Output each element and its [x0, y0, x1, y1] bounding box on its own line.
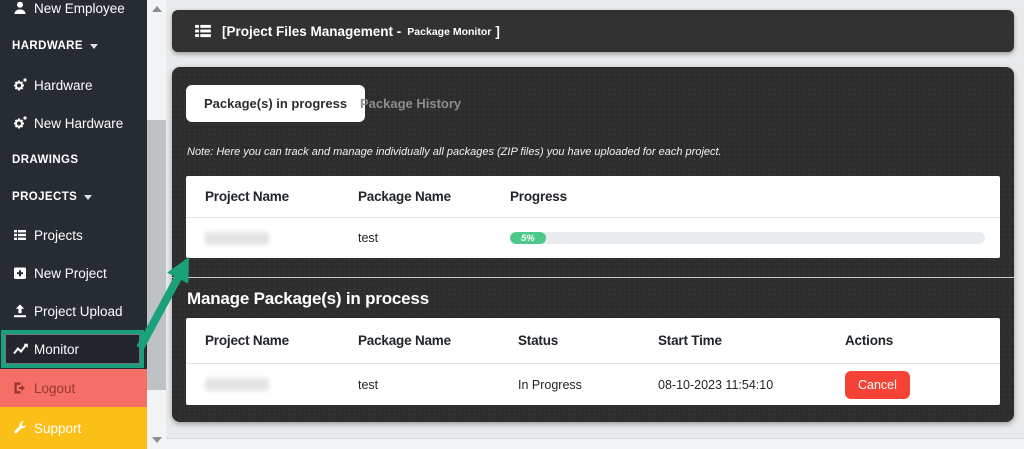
sidebar-item-label: New Employee: [34, 0, 125, 16]
plus-square-icon: [12, 265, 28, 281]
start-time-cell: 08-10-2023 11:54:10: [658, 377, 774, 392]
cancel-button[interactable]: Cancel: [845, 370, 910, 399]
progress-table-header: Project Name Package Name Progress: [186, 176, 1000, 218]
gear-icon: [12, 115, 28, 131]
upload-icon: [12, 303, 28, 319]
sidebar-item-label: New Hardware: [34, 115, 124, 131]
sidebar-item-hardware[interactable]: Hardware: [0, 74, 147, 96]
sidebar-item-label: Support: [34, 420, 82, 436]
package-name-cell: test: [358, 377, 379, 392]
column-header: Progress: [510, 189, 567, 204]
main-content: [Project Files Management - Package Moni…: [166, 0, 1024, 449]
sidebar-item-label: Monitor: [34, 341, 80, 357]
sidebar-section-label: DRAWINGS: [12, 154, 79, 166]
column-header: Package Name: [358, 333, 451, 348]
sidebar-item-new-employee[interactable]: New Employee: [0, 0, 147, 19]
progress-bar-fill: 5%: [510, 232, 546, 244]
page-subtitle: Package Monitor: [407, 26, 492, 38]
redacted-project-name: [205, 378, 269, 391]
sidebar-item-label: Hardware: [34, 77, 93, 93]
package-monitor-panel: Package(s) in progress Package History N…: [172, 67, 1014, 422]
person-icon: [12, 0, 28, 16]
page-title: [Project Files Management -: [222, 23, 402, 39]
note-text: Note: Here you can track and manage indi…: [187, 146, 722, 158]
sidebar-item-logout[interactable]: Logout: [0, 369, 147, 407]
sidebar-section-drawings[interactable]: DRAWINGS: [0, 151, 147, 169]
manage-table: Project Name Package Name Status Start T…: [186, 318, 1000, 405]
progress-table: Project Name Package Name Progress test …: [186, 176, 1000, 258]
list-icon: [12, 227, 28, 243]
column-header: Package Name: [358, 189, 451, 204]
table-row: test In Progress 08-10-2023 11:54:10 Can…: [186, 364, 1000, 405]
caret-down-icon: [89, 43, 98, 49]
list-icon: [194, 22, 212, 40]
tab-package-history[interactable]: Package History: [348, 85, 473, 122]
sidebar-section-hardware[interactable]: HARDWARE: [0, 37, 147, 55]
column-header: Start Time: [658, 333, 722, 348]
column-header: Project Name: [205, 333, 289, 348]
status-cell: In Progress: [518, 377, 582, 392]
section-divider: [172, 277, 1014, 278]
column-header: Status: [518, 333, 559, 348]
chart-line-icon: [13, 341, 29, 357]
sidebar-item-label: Project Upload: [34, 303, 123, 319]
sidebar-item-new-hardware[interactable]: New Hardware: [0, 112, 147, 134]
progress-bar: 5%: [510, 232, 985, 244]
page-title-bracket: ]: [495, 23, 500, 39]
sidebar-scrollbar[interactable]: [147, 0, 166, 449]
sidebar: New Employee HARDWARE Hardware New Hardw…: [0, 0, 147, 449]
app-root: New Employee HARDWARE Hardware New Hardw…: [0, 0, 1024, 449]
manage-section-title: Manage Package(s) in process: [187, 289, 429, 308]
column-header: Project Name: [205, 189, 289, 204]
table-row: test 5%: [186, 218, 1000, 258]
sidebar-section-label: HARDWARE: [12, 40, 83, 52]
caret-down-icon: [84, 194, 93, 200]
wrench-icon: [12, 420, 28, 436]
manage-table-header: Project Name Package Name Status Start T…: [186, 318, 1000, 364]
sidebar-item-monitor[interactable]: Monitor: [1, 330, 144, 368]
sidebar-section-projects[interactable]: PROJECTS: [0, 188, 147, 206]
sidebar-item-project-upload[interactable]: Project Upload: [0, 300, 147, 322]
tab-packages-in-progress[interactable]: Package(s) in progress: [186, 85, 366, 122]
column-header: Actions: [845, 333, 894, 348]
scrollbar-up-icon[interactable]: [152, 6, 162, 12]
sidebar-item-label: Projects: [34, 227, 83, 243]
package-name-cell: test: [358, 231, 379, 245]
redacted-project-name: [205, 231, 269, 245]
scrollbar-thumb[interactable]: [147, 120, 166, 390]
gear-icon: [12, 77, 28, 93]
sidebar-item-projects[interactable]: Projects: [0, 224, 147, 246]
sidebar-item-support[interactable]: Support: [0, 407, 147, 449]
sidebar-item-label: New Project: [34, 265, 107, 281]
sidebar-item-label: Logout: [34, 380, 76, 396]
scrollbar-down-icon[interactable]: [152, 437, 162, 443]
footer-strip: [166, 438, 1024, 449]
sidebar-section-label: PROJECTS: [12, 191, 78, 203]
page-header: [Project Files Management - Package Moni…: [172, 10, 1014, 52]
logout-icon: [12, 380, 28, 396]
sidebar-item-new-project[interactable]: New Project: [0, 262, 147, 284]
